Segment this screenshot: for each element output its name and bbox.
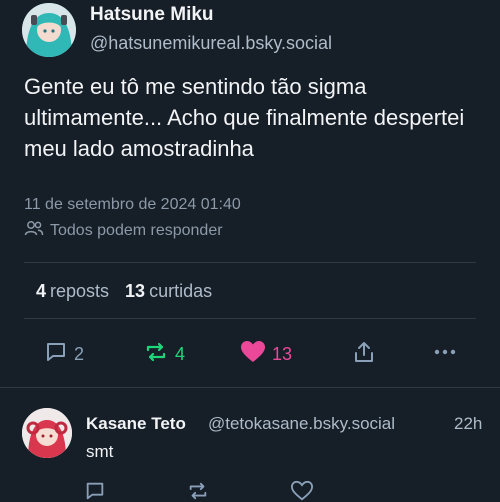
repost-icon <box>143 340 169 369</box>
divider <box>24 262 476 263</box>
reply-like-button[interactable] <box>290 480 314 502</box>
reply-settings-label: Todos podem responder <box>50 221 223 239</box>
heart-filled-icon <box>240 340 266 369</box>
post-timestamp: 11 de setembro de 2024 01:40 <box>24 196 241 213</box>
comment-icon <box>84 480 106 502</box>
share-icon <box>352 340 376 369</box>
people-icon <box>24 220 44 241</box>
likes-label: curtidas <box>149 281 213 301</box>
post-text: Gente eu tô me sentindo tão sigma ultima… <box>24 74 465 161</box>
reply-author-avatar[interactable] <box>22 408 72 458</box>
more-dots-icon <box>432 340 458 369</box>
like-button[interactable]: 13 <box>240 340 292 369</box>
main-post: Hatsune Miku @hatsunemikureal.bsky.socia… <box>0 0 500 388</box>
reply-text: smt <box>86 442 114 461</box>
post-stats: 4 reposts 13 curtidas <box>36 281 212 302</box>
likes-stat[interactable]: 13 curtidas <box>125 281 212 302</box>
reposts-label: reposts <box>50 281 110 301</box>
heart-outline-icon <box>290 480 314 502</box>
comment-icon <box>44 340 68 369</box>
reposts-stat[interactable]: 4 reposts <box>36 281 109 302</box>
reply-count: 2 <box>74 344 85 364</box>
reposts-count: 4 <box>36 281 47 301</box>
repost-button[interactable]: 4 <box>143 340 185 369</box>
divider <box>24 318 476 319</box>
author-display-name[interactable]: Hatsune Miku <box>90 4 214 26</box>
teto-avatar-icon <box>22 408 72 458</box>
more-options-button[interactable] <box>432 340 458 369</box>
share-button[interactable] <box>352 340 376 369</box>
reply-time: 22h <box>454 414 483 433</box>
author-handle[interactable]: @hatsunemikureal.bsky.social <box>90 33 332 54</box>
reply-repost-button[interactable] <box>186 480 210 502</box>
reply-reply-button[interactable] <box>84 480 106 502</box>
likes-count: 13 <box>125 281 146 301</box>
reply-post[interactable]: Kasane Teto @tetokasane.bsky.social 22h … <box>0 388 500 502</box>
reply-author-handle[interactable]: @tetokasane.bsky.social <box>208 414 395 434</box>
repost-icon <box>186 480 210 502</box>
like-count: 13 <box>272 344 293 364</box>
reply-button[interactable]: 2 <box>44 340 84 369</box>
reply-author-display-name[interactable]: Kasane Teto <box>86 414 186 434</box>
miku-avatar-icon <box>22 3 76 57</box>
repost-count: 4 <box>175 344 186 364</box>
author-avatar[interactable] <box>22 3 76 57</box>
reply-settings: Todos podem responder <box>24 220 223 241</box>
